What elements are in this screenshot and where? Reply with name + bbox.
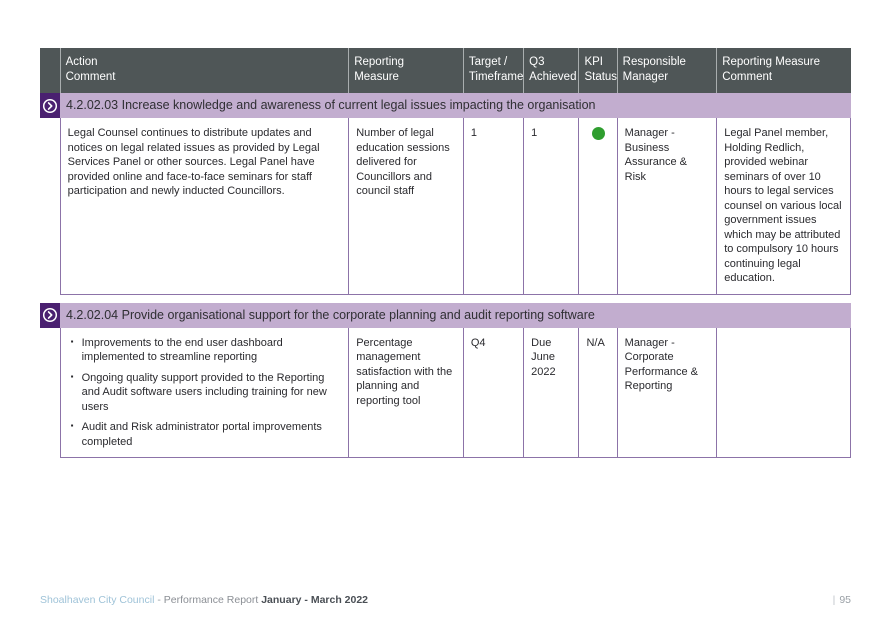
column-header-action-line1: Action [65,56,98,68]
footer-period: January - March 2022 [261,594,369,606]
row-marker-spacer [40,327,61,458]
page-footer: Shoalhaven City Council - Performance Re… [40,594,851,606]
column-header-target-line2: Timeframe [468,71,524,83]
cell-action-comment-text: Legal Counsel continues to distribute up… [67,127,320,197]
cell-responsible-manager: Manager - Business Assurance & Risk [617,118,718,295]
table-row: Improvements to the end user dashboard i… [40,327,851,458]
cell-q3-achieved: Due June 2022 [523,327,580,458]
cell-action-comment: Legal Counsel continues to distribute up… [59,118,350,295]
column-header-reporting-measure-comment: Reporting Measure Comment [716,48,851,93]
column-header-kpi-status: KPI Status [578,48,618,93]
column-header-action: Action Comment [60,48,350,93]
cell-reporting-measure-text: Percentage management satisfaction with … [356,336,453,407]
footer-brand: Shoalhaven City Council [40,594,155,606]
row-marker-spacer [40,118,61,294]
section-gap [40,294,851,303]
cell-q3-achieved-text: Due June 2022 [531,336,556,378]
chevron-right-circle-icon [40,302,60,328]
cell-reporting-measure: Number of legal education sessions deliv… [348,118,464,295]
column-header-q3-line2: Achieved [529,71,577,83]
section-banner-1-title: 4.2.02.03 Increase knowledge and awarene… [66,98,596,112]
cell-action-comment-bullet-list: Improvements to the end user dashboard i… [68,335,343,450]
chevron-right-circle-icon [40,93,60,118]
footer-text: Shoalhaven City Council - Performance Re… [40,594,368,606]
cell-action-comment: Improvements to the end user dashboard i… [59,327,350,458]
cell-responsible-manager: Manager - Corporate Performance & Report… [617,327,718,458]
column-header-measure-line2: Measure [354,71,399,83]
cell-reporting-measure-comment [716,327,851,458]
list-item: Audit and Risk administrator portal impr… [71,419,343,449]
table-header-row: Action Comment Reporting Measure Target … [40,48,851,93]
cell-q3-achieved-text: 1 [531,127,538,139]
cell-reporting-measure-text: Number of legal education sessions deliv… [356,127,450,197]
cell-kpi-status-text: N/A [586,336,605,349]
cell-reporting-measure-comment-text: Legal Panel member, Holding Redlich, pro… [724,127,842,284]
cell-responsible-manager-text: Manager - Corporate Performance & Report… [624,336,699,393]
cell-target-timeframe-text: 1 [470,127,477,139]
cell-kpi-status [578,118,618,295]
cell-responsible-manager-text: Manager - Business Assurance & Risk [624,127,688,183]
footer-report-label: Performance Report [163,594,259,606]
section-banner-row: 4.2.02.03 Increase knowledge and awarene… [40,93,851,118]
section-banner-row: 4.2.02.04 Provide organisational support… [40,302,851,328]
column-header-responsible-manager: Responsible Manager [617,48,718,93]
cell-target-timeframe: 1 [463,118,525,295]
list-item: Improvements to the end user dashboard i… [71,335,343,371]
column-header-reporting-measure: Reporting Measure [348,48,464,93]
footer-separator: - [157,594,161,606]
report-page: Action Comment Reporting Measure Target … [0,0,889,628]
cell-q3-achieved: 1 [523,118,580,295]
column-header-manager-line2: Manager [622,71,669,83]
column-header-target-line1: Target / [468,56,508,68]
column-header-comment-line2: Comment [722,71,773,83]
page-number: 95 [839,594,851,606]
list-item: Ongoing quality support provided to the … [71,370,343,421]
status-badge-green-dot [592,127,606,140]
cell-target-timeframe: Q4 [463,327,525,458]
section-banner-1[interactable]: 4.2.02.03 Increase knowledge and awarene… [40,93,851,118]
column-header-q3-achieved: Q3 Achieved [523,48,580,93]
column-header-comment-line1: Reporting Measure [722,56,821,68]
table-row: Legal Counsel continues to distribute up… [40,118,851,295]
section-banner-2-title: 4.2.02.04 Provide organisational support… [66,307,595,322]
page-number-group: | 95 [833,594,851,606]
column-header-q3-line1: Q3 [529,56,545,68]
cell-reporting-measure-comment: Legal Panel member, Holding Redlich, pro… [716,118,851,295]
column-header-action-line2: Comment [65,71,116,83]
column-header-manager-line1: Responsible [622,56,686,68]
column-header-kpi-line2: Status [584,71,618,83]
header-marker-cell [40,48,61,93]
performance-report-table: Action Comment Reporting Measure Target … [40,48,851,458]
section-banner-2[interactable]: 4.2.02.04 Provide organisational support… [40,302,851,328]
column-header-target-timeframe: Target / Timeframe [463,48,525,93]
cell-kpi-status: N/A [578,327,618,458]
column-header-kpi-line1: KPI [584,56,603,68]
cell-target-timeframe-text: Q4 [470,336,486,349]
cell-reporting-measure: Percentage management satisfaction with … [348,327,464,458]
column-header-measure-line1: Reporting [354,56,405,68]
